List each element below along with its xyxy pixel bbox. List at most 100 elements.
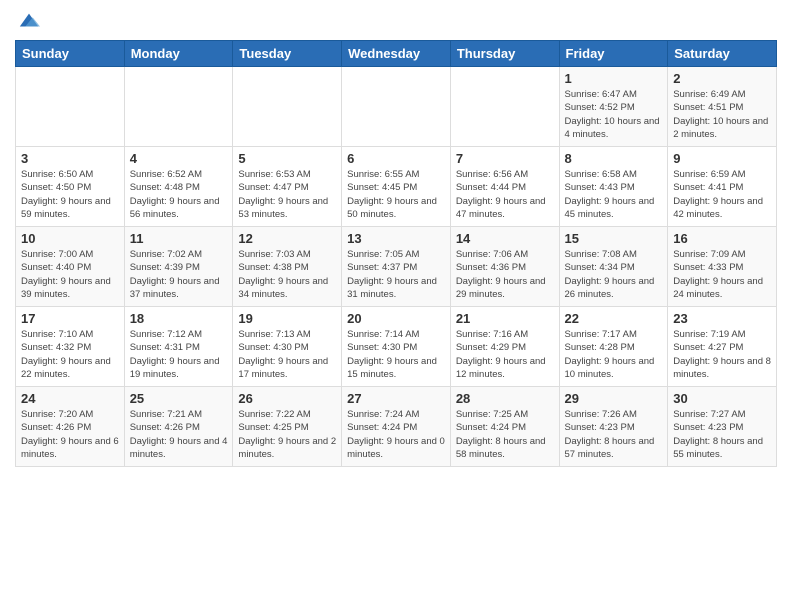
week-row-4: 17 Sunrise: 7:10 AM Sunset: 4:32 PM Dayli… [16,307,777,387]
day-info: Sunrise: 7:00 AM Sunset: 4:40 PM Dayligh… [21,248,119,301]
day-number: 7 [456,151,554,166]
day-info: Sunrise: 7:17 AM Sunset: 4:28 PM Dayligh… [565,328,663,381]
column-header-thursday: Thursday [450,41,559,67]
day-number: 8 [565,151,663,166]
header-row: SundayMondayTuesdayWednesdayThursdayFrid… [16,41,777,67]
logo [15,10,40,32]
day-info: Sunrise: 7:13 AM Sunset: 4:30 PM Dayligh… [238,328,336,381]
day-cell: 6 Sunrise: 6:55 AM Sunset: 4:45 PM Daylig… [342,147,451,227]
day-info: Sunrise: 7:24 AM Sunset: 4:24 PM Dayligh… [347,408,445,461]
day-number: 30 [673,391,771,406]
day-number: 2 [673,71,771,86]
day-cell [124,67,233,147]
day-cell: 19 Sunrise: 7:13 AM Sunset: 4:30 PM Dayli… [233,307,342,387]
day-number: 10 [21,231,119,246]
day-cell: 3 Sunrise: 6:50 AM Sunset: 4:50 PM Daylig… [16,147,125,227]
day-info: Sunrise: 7:06 AM Sunset: 4:36 PM Dayligh… [456,248,554,301]
day-info: Sunrise: 7:19 AM Sunset: 4:27 PM Dayligh… [673,328,771,381]
day-info: Sunrise: 6:59 AM Sunset: 4:41 PM Dayligh… [673,168,771,221]
day-cell: 24Sunrise: 7:20 AM Sunset: 4:26 PM Dayli… [16,387,125,467]
day-cell: 4 Sunrise: 6:52 AM Sunset: 4:48 PM Daylig… [124,147,233,227]
day-number: 11 [130,231,228,246]
day-number: 20 [347,311,445,326]
week-row-2: 3 Sunrise: 6:50 AM Sunset: 4:50 PM Daylig… [16,147,777,227]
calendar-body: 1Sunrise: 6:47 AM Sunset: 4:52 PM Daylig… [16,67,777,467]
day-cell: 2 Sunrise: 6:49 AM Sunset: 4:51 PM Daylig… [668,67,777,147]
day-info: Sunrise: 7:02 AM Sunset: 4:39 PM Dayligh… [130,248,228,301]
day-cell: 25 Sunrise: 7:21 AM Sunset: 4:26 PM Dayli… [124,387,233,467]
day-cell: 10 Sunrise: 7:00 AM Sunset: 4:40 PM Dayli… [16,227,125,307]
day-number: 23 [673,311,771,326]
day-info: Sunrise: 6:56 AM Sunset: 4:44 PM Dayligh… [456,168,554,221]
day-info: Sunrise: 7:20 AM Sunset: 4:26 PM Dayligh… [21,408,119,461]
day-number: 5 [238,151,336,166]
day-info: Sunrise: 6:55 AM Sunset: 4:45 PM Dayligh… [347,168,445,221]
header [15,10,777,32]
day-info: Sunrise: 6:50 AM Sunset: 4:50 PM Dayligh… [21,168,119,221]
day-number: 28 [456,391,554,406]
day-number: 16 [673,231,771,246]
day-number: 12 [238,231,336,246]
day-info: Sunrise: 7:27 AM Sunset: 4:23 PM Dayligh… [673,408,771,461]
day-info: Sunrise: 7:16 AM Sunset: 4:29 PM Dayligh… [456,328,554,381]
day-number: 4 [130,151,228,166]
day-cell: 16 Sunrise: 7:09 AM Sunset: 4:33 PM Dayli… [668,227,777,307]
day-info: Sunrise: 7:21 AM Sunset: 4:26 PM Dayligh… [130,408,228,461]
day-number: 18 [130,311,228,326]
day-cell: 17 Sunrise: 7:10 AM Sunset: 4:32 PM Dayli… [16,307,125,387]
day-number: 25 [130,391,228,406]
day-info: Sunrise: 6:52 AM Sunset: 4:48 PM Dayligh… [130,168,228,221]
day-cell: 30 Sunrise: 7:27 AM Sunset: 4:23 PM Dayli… [668,387,777,467]
day-cell: 9 Sunrise: 6:59 AM Sunset: 4:41 PM Daylig… [668,147,777,227]
day-number: 15 [565,231,663,246]
day-cell: 26Sunrise: 7:22 AM Sunset: 4:25 PM Dayli… [233,387,342,467]
day-number: 29 [565,391,663,406]
day-info: Sunrise: 7:05 AM Sunset: 4:37 PM Dayligh… [347,248,445,301]
calendar-table: SundayMondayTuesdayWednesdayThursdayFrid… [15,40,777,467]
day-cell: 11 Sunrise: 7:02 AM Sunset: 4:39 PM Dayli… [124,227,233,307]
day-info: Sunrise: 6:58 AM Sunset: 4:43 PM Dayligh… [565,168,663,221]
day-cell: 1Sunrise: 6:47 AM Sunset: 4:52 PM Daylig… [559,67,668,147]
column-header-tuesday: Tuesday [233,41,342,67]
day-info: Sunrise: 7:10 AM Sunset: 4:32 PM Dayligh… [21,328,119,381]
day-info: Sunrise: 7:26 AM Sunset: 4:23 PM Dayligh… [565,408,663,461]
day-number: 9 [673,151,771,166]
day-cell: 8 Sunrise: 6:58 AM Sunset: 4:43 PM Daylig… [559,147,668,227]
day-cell: 29 Sunrise: 7:26 AM Sunset: 4:23 PM Dayli… [559,387,668,467]
day-info: Sunrise: 7:09 AM Sunset: 4:33 PM Dayligh… [673,248,771,301]
week-row-3: 10 Sunrise: 7:00 AM Sunset: 4:40 PM Dayli… [16,227,777,307]
day-number: 3 [21,151,119,166]
day-cell: 5 Sunrise: 6:53 AM Sunset: 4:47 PM Daylig… [233,147,342,227]
column-header-monday: Monday [124,41,233,67]
column-header-sunday: Sunday [16,41,125,67]
day-cell: 21Sunrise: 7:16 AM Sunset: 4:29 PM Dayli… [450,307,559,387]
day-cell: 7 Sunrise: 6:56 AM Sunset: 4:44 PM Daylig… [450,147,559,227]
day-cell: 13 Sunrise: 7:05 AM Sunset: 4:37 PM Dayli… [342,227,451,307]
day-number: 19 [238,311,336,326]
day-cell: 27 Sunrise: 7:24 AM Sunset: 4:24 PM Dayli… [342,387,451,467]
day-number: 27 [347,391,445,406]
day-info: Sunrise: 7:14 AM Sunset: 4:30 PM Dayligh… [347,328,445,381]
day-info: Sunrise: 7:22 AM Sunset: 4:25 PM Dayligh… [238,408,336,461]
day-number: 17 [21,311,119,326]
day-cell: 12 Sunrise: 7:03 AM Sunset: 4:38 PM Dayli… [233,227,342,307]
week-row-5: 24Sunrise: 7:20 AM Sunset: 4:26 PM Dayli… [16,387,777,467]
day-number: 6 [347,151,445,166]
column-header-saturday: Saturday [668,41,777,67]
day-info: Sunrise: 6:49 AM Sunset: 4:51 PM Dayligh… [673,88,771,141]
day-number: 13 [347,231,445,246]
day-info: Sunrise: 7:08 AM Sunset: 4:34 PM Dayligh… [565,248,663,301]
calendar-header: SundayMondayTuesdayWednesdayThursdayFrid… [16,41,777,67]
day-cell: 15 Sunrise: 7:08 AM Sunset: 4:34 PM Dayli… [559,227,668,307]
logo-icon [18,10,40,32]
day-cell [342,67,451,147]
day-info: Sunrise: 7:25 AM Sunset: 4:24 PM Dayligh… [456,408,554,461]
day-number: 1 [565,71,663,86]
day-cell [16,67,125,147]
day-cell: 23 Sunrise: 7:19 AM Sunset: 4:27 PM Dayli… [668,307,777,387]
column-header-wednesday: Wednesday [342,41,451,67]
day-info: Sunrise: 6:53 AM Sunset: 4:47 PM Dayligh… [238,168,336,221]
day-info: Sunrise: 7:03 AM Sunset: 4:38 PM Dayligh… [238,248,336,301]
day-number: 22 [565,311,663,326]
day-cell: 20 Sunrise: 7:14 AM Sunset: 4:30 PM Dayli… [342,307,451,387]
